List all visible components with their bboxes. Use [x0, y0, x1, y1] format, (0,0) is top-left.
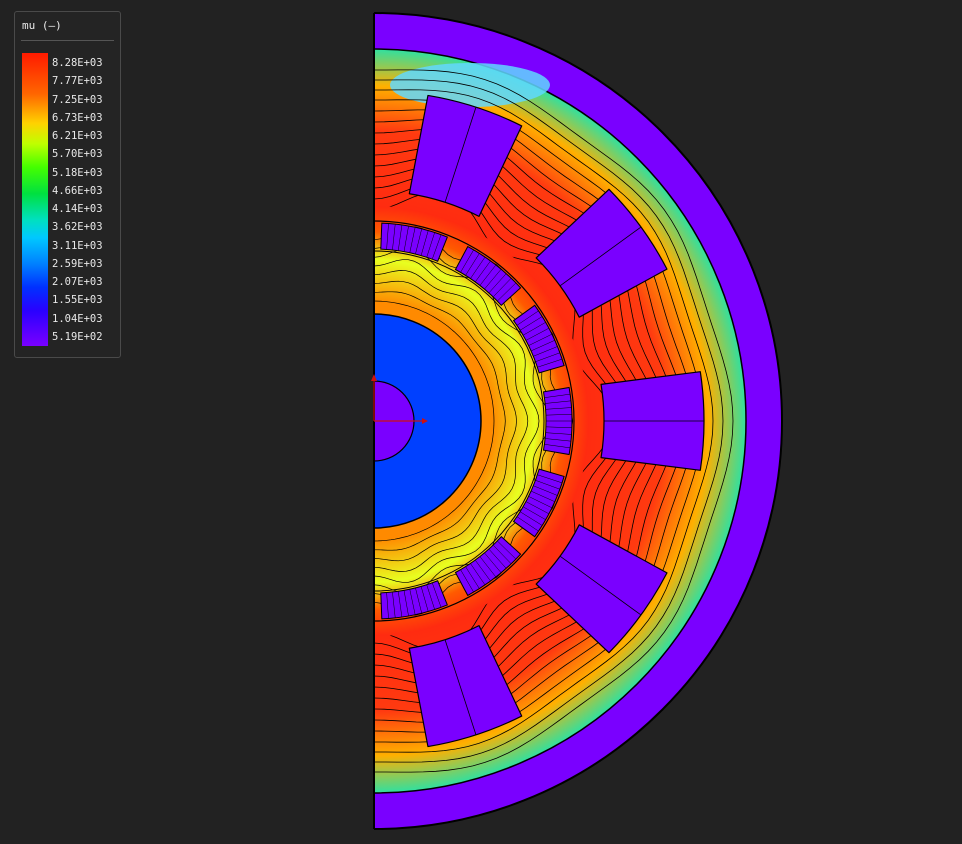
stator-slot: [272, 91, 366, 197]
field-plot-viewport[interactable]: [0, 0, 962, 844]
rotor-magnet: [542, 386, 573, 456]
stator-slot: [272, 644, 366, 750]
stator-slot: [600, 371, 705, 471]
